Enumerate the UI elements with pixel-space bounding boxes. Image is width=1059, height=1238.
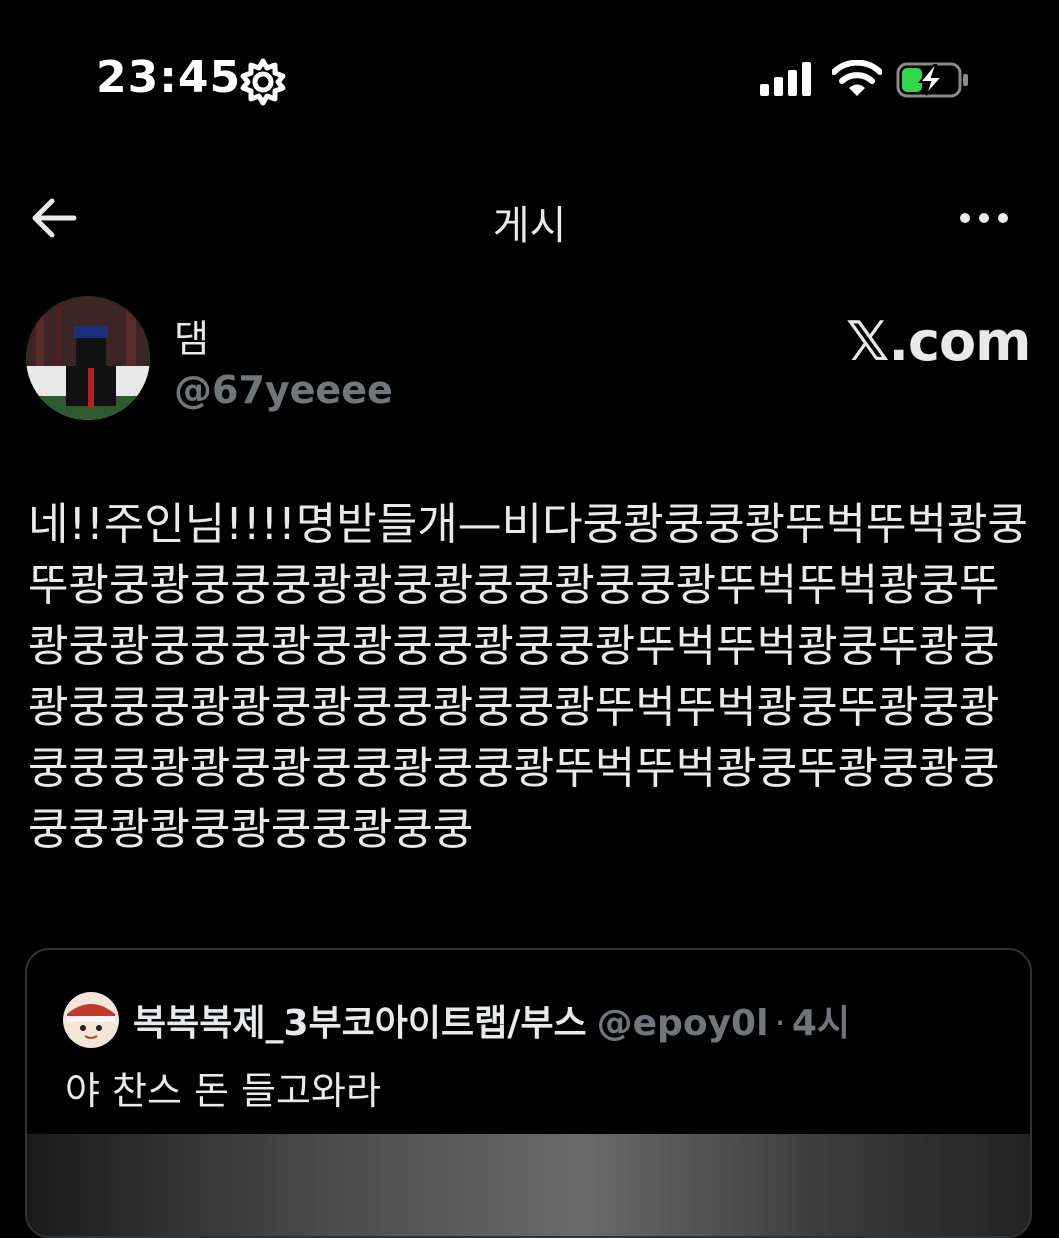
author-name[interactable]: 댐 [174,308,209,363]
wifi-icon [832,60,882,96]
quote-text: 야 찬스 돈 들고와라 [65,1069,381,1113]
battery-charging-icon [896,62,968,98]
quote-card[interactable]: 복복복제_3부코아이트랩/부스 @epoy0l · 4시 야 찬스 돈 들고와라 [25,948,1032,1238]
quote-author-name[interactable]: 복복복제_3부코아이트랩/부스 [133,1003,587,1044]
quote-avatar [63,992,119,1048]
quote-separator: · [774,1003,786,1044]
author-handle[interactable]: @67yeeee [174,368,393,412]
more-icon[interactable] [958,204,1010,232]
avatar[interactable] [26,296,150,420]
status-time: 23:45 [96,52,242,103]
watermark: 𝕏.com [846,310,1031,373]
quote-meta: 복복복제_3부코아이트랩/부스 @epoy0l · 4시 [133,994,850,1046]
signal-icon [760,62,811,96]
quote-timestamp: 4시 [791,1003,851,1044]
post-text: 네!!주인님!!!!명받들개—비다쿵쾅쿵쿵쾅뚜벅뚜벅쾅쿵뚜쾅쿵쾅쿵쿵쿵쾅쾅쿵쾅쿵… [28,499,1028,855]
gear-icon [240,58,286,106]
page-title: 게시 [492,203,567,249]
quote-author-handle[interactable]: @epoy0l [597,1003,769,1044]
quote-media[interactable] [27,1134,1030,1236]
